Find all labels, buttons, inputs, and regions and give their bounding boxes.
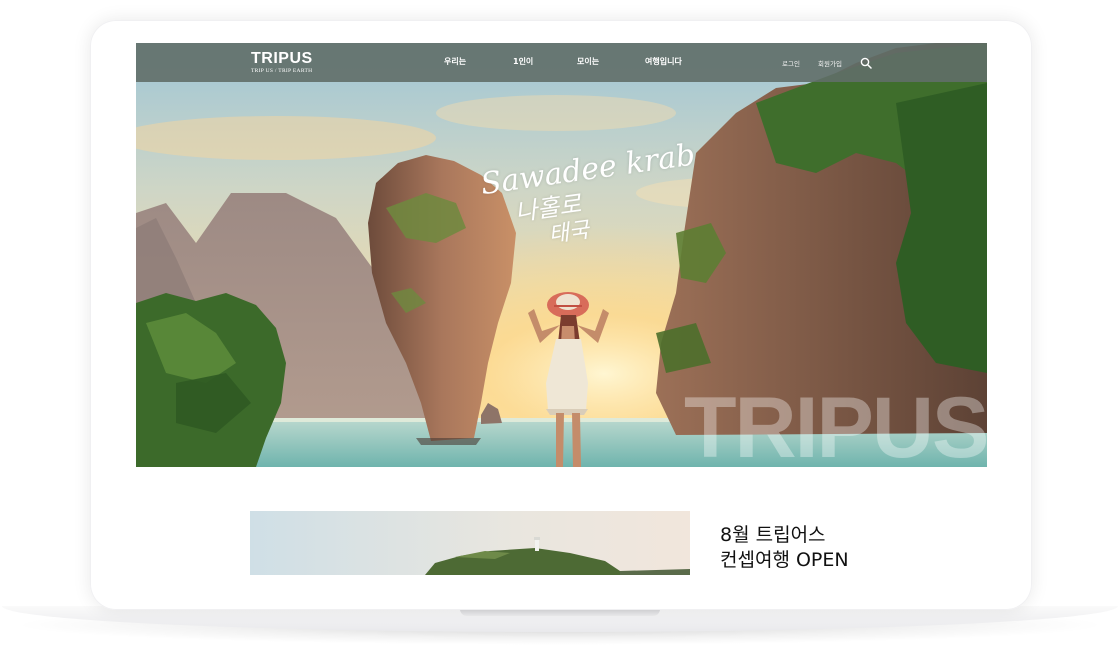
promo-thumbnail[interactable] [250, 511, 690, 575]
promo-title-line-2: 컨셉여행 OPEN [720, 549, 849, 571]
promo-photo [250, 511, 690, 575]
hero-banner: Sawadee krab 나홀로 태국 TRIPUS [136, 43, 987, 467]
nav-item-we-are[interactable]: 우리는 [444, 56, 466, 67]
signup-link[interactable]: 회원가입 [818, 58, 842, 68]
login-link[interactable]: 로그인 [782, 58, 800, 68]
laptop-notch [460, 609, 660, 616]
nav-item-travel[interactable]: 여행입니다 [645, 56, 682, 67]
logo-wordmark: TRIPUS [251, 50, 313, 67]
hero-watermark: TRIPUS [684, 380, 987, 467]
website-screen: Sawadee krab 나홀로 태국 TRIPUS TRIPUS TRIP U… [136, 43, 987, 575]
search-icon[interactable] [860, 57, 872, 69]
nav-item-gather[interactable]: 모이는 [577, 56, 599, 67]
nav-item-solo[interactable]: 1인이 [513, 56, 533, 67]
promo-heading: 8월 트립어스 컨셉여행 OPEN [720, 523, 849, 573]
logo-tagline: TRIP US / TRIP EARTH [251, 68, 313, 74]
site-header: TRIPUS TRIP US / TRIP EARTH 우리는 1인이 모이는 … [136, 43, 987, 82]
site-logo[interactable]: TRIPUS TRIP US / TRIP EARTH [251, 50, 313, 75]
promo-title-line-1: 8월 트립어스 [720, 524, 826, 546]
